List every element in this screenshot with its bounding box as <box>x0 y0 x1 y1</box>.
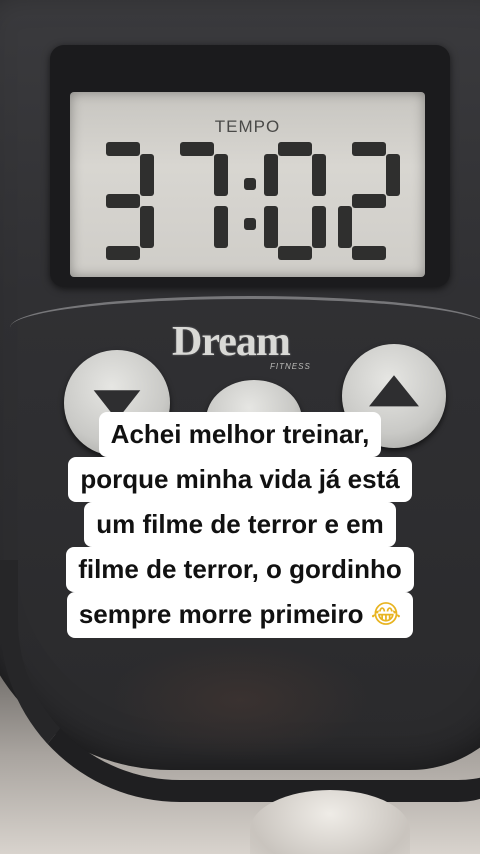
time-digit-1 <box>180 142 228 248</box>
caption-line-5: sempre morre primeiro 😂 <box>66 592 414 638</box>
lcd-display: TEMPO <box>70 92 425 277</box>
caption-line-3: um filme de terror e em <box>84 502 396 547</box>
time-digits <box>106 142 400 260</box>
photo-scene: TEMPO Dream FITNESS Achei melhor treinar… <box>0 0 480 854</box>
time-digit-0 <box>106 142 154 260</box>
caption-line-2: porque minha vida já está <box>68 457 412 502</box>
display-time <box>88 138 418 268</box>
caption-line-4: filme de terror, o gordinho <box>66 547 414 592</box>
display-label: TEMPO <box>214 117 281 136</box>
laughing-tears-emoji-icon: 😂 <box>370 600 402 630</box>
caption-line-1: Achei melhor treinar, <box>98 412 382 457</box>
time-digit-3 <box>338 142 400 260</box>
blurred-reflection <box>110 640 370 760</box>
story-caption: Achei melhor treinar, porque minha vida … <box>0 412 480 638</box>
caption-line-5-text: sempre morre primeiro <box>78 599 364 629</box>
time-digit-2 <box>264 142 326 260</box>
brand-sub: FITNESS <box>270 362 311 371</box>
time-colon <box>244 178 256 230</box>
